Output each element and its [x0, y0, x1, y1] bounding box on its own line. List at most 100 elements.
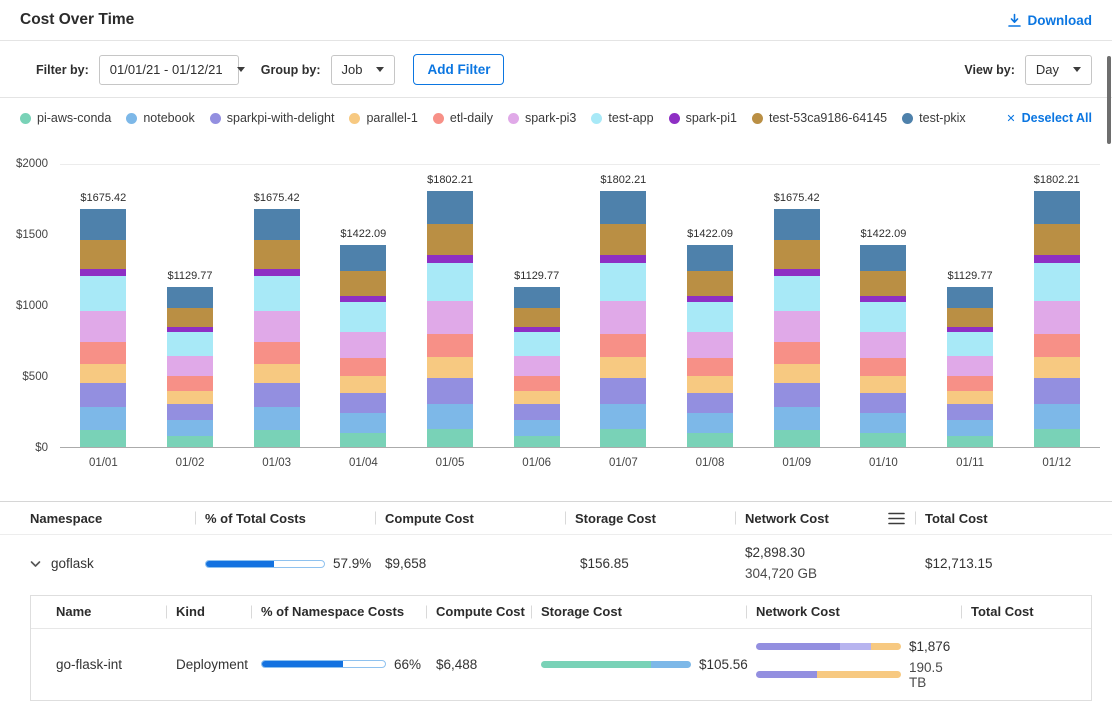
stacked-bar[interactable] [1034, 191, 1080, 447]
bar-segment-test-pkix[interactable] [514, 287, 560, 308]
bar-segment-test-53ca9186-64145[interactable] [860, 271, 906, 295]
bar-segment-parallel-1[interactable] [514, 391, 560, 404]
deselect-all-button[interactable]: ✕ Deselect All [1006, 111, 1092, 125]
bar-segment-pi-aws-conda[interactable] [600, 429, 646, 447]
bar-segment-notebook[interactable] [514, 420, 560, 436]
bar-segment-sparkpi-with-delight[interactable] [860, 393, 906, 413]
bar-segment-spark-pi3[interactable] [427, 301, 473, 334]
bar-segment-parallel-1[interactable] [774, 364, 820, 383]
stacked-bar[interactable] [80, 209, 126, 447]
stacked-bar[interactable] [860, 245, 906, 447]
bar-segment-notebook[interactable] [1034, 404, 1080, 430]
col-compute-cost[interactable]: Compute Cost [375, 502, 565, 534]
bar-segment-test-pkix[interactable] [80, 209, 126, 240]
bar-segment-spark-pi1[interactable] [1034, 255, 1080, 263]
bar-segment-test-pkix[interactable] [254, 209, 300, 240]
stacked-bar[interactable] [774, 209, 820, 447]
col-compute-cost[interactable]: Compute Cost [426, 596, 531, 628]
bar-segment-notebook[interactable] [167, 420, 213, 436]
bar-segment-etl-daily[interactable] [427, 334, 473, 357]
bar-segment-test-53ca9186-64145[interactable] [340, 271, 386, 295]
col-percent-total[interactable]: % of Total Costs [195, 502, 375, 534]
col-total-cost[interactable]: Total Cost [915, 502, 1092, 534]
bar-segment-parallel-1[interactable] [860, 376, 906, 392]
bar-segment-pi-aws-conda[interactable] [947, 436, 993, 447]
bar-segment-test-app[interactable] [427, 263, 473, 301]
bar-segment-parallel-1[interactable] [1034, 357, 1080, 377]
col-storage-cost[interactable]: Storage Cost [565, 502, 735, 534]
bar-segment-test-app[interactable] [340, 302, 386, 332]
bar-segment-test-app[interactable] [860, 302, 906, 332]
bar-segment-test-app[interactable] [167, 332, 213, 356]
bar-segment-spark-pi1[interactable] [427, 255, 473, 263]
bar-segment-spark-pi1[interactable] [600, 255, 646, 263]
bar-segment-notebook[interactable] [254, 407, 300, 431]
bar-segment-notebook[interactable] [600, 404, 646, 430]
bar-segment-etl-daily[interactable] [254, 342, 300, 363]
download-button[interactable]: Download [1007, 13, 1093, 28]
bar-segment-spark-pi3[interactable] [947, 356, 993, 377]
bar-segment-test-pkix[interactable] [167, 287, 213, 308]
bar-segment-test-53ca9186-64145[interactable] [774, 240, 820, 269]
legend-item[interactable]: spark-pi1 [669, 111, 737, 125]
bar-segment-etl-daily[interactable] [947, 376, 993, 390]
stacked-bar[interactable] [600, 191, 646, 447]
bar-segment-test-53ca9186-64145[interactable] [600, 224, 646, 255]
bar-segment-notebook[interactable] [860, 413, 906, 433]
bar-segment-etl-daily[interactable] [167, 376, 213, 390]
bar-segment-pi-aws-conda[interactable] [687, 433, 733, 447]
bar-segment-parallel-1[interactable] [340, 376, 386, 392]
bar-segment-notebook[interactable] [947, 420, 993, 436]
scrollbar[interactable] [1107, 56, 1111, 144]
bar-segment-parallel-1[interactable] [600, 357, 646, 377]
bar-segment-test-app[interactable] [947, 332, 993, 356]
legend-item[interactable]: sparkpi-with-delight [210, 111, 335, 125]
legend-item[interactable]: parallel-1 [349, 111, 417, 125]
bar-segment-test-53ca9186-64145[interactable] [167, 308, 213, 327]
bar-segment-parallel-1[interactable] [427, 357, 473, 377]
bar-segment-sparkpi-with-delight[interactable] [600, 378, 646, 404]
legend-item[interactable]: spark-pi3 [508, 111, 576, 125]
bar-segment-test-pkix[interactable] [687, 245, 733, 271]
bar-segment-test-53ca9186-64145[interactable] [514, 308, 560, 327]
stacked-bar[interactable] [340, 245, 386, 447]
legend-item[interactable]: test-app [591, 111, 653, 125]
bar-segment-spark-pi3[interactable] [1034, 301, 1080, 334]
bar-segment-notebook[interactable] [427, 404, 473, 430]
bar-segment-test-app[interactable] [600, 263, 646, 301]
col-network-cost[interactable]: Network Cost [735, 502, 915, 534]
col-percent-namespace[interactable]: % of Namespace Costs [251, 596, 426, 628]
bar-segment-pi-aws-conda[interactable] [514, 436, 560, 447]
col-network-cost[interactable]: Network Cost [746, 596, 961, 628]
legend-item[interactable]: pi-aws-conda [20, 111, 111, 125]
bar-segment-sparkpi-with-delight[interactable] [80, 383, 126, 407]
bar-segment-sparkpi-with-delight[interactable] [687, 393, 733, 413]
bar-segment-test-53ca9186-64145[interactable] [687, 271, 733, 295]
bar-segment-test-app[interactable] [1034, 263, 1080, 301]
bar-segment-test-pkix[interactable] [1034, 191, 1080, 224]
stacked-bar[interactable] [514, 287, 560, 447]
bar-segment-spark-pi3[interactable] [774, 311, 820, 342]
col-storage-cost[interactable]: Storage Cost [531, 596, 746, 628]
bar-segment-spark-pi3[interactable] [514, 356, 560, 377]
bar-segment-etl-daily[interactable] [774, 342, 820, 363]
bar-segment-etl-daily[interactable] [340, 358, 386, 376]
bar-segment-test-53ca9186-64145[interactable] [1034, 224, 1080, 255]
legend-item[interactable]: notebook [126, 111, 194, 125]
bar-segment-parallel-1[interactable] [254, 364, 300, 383]
col-total-cost[interactable]: Total Cost [961, 596, 1076, 628]
bar-segment-sparkpi-with-delight[interactable] [947, 404, 993, 420]
stacked-bar[interactable] [167, 287, 213, 447]
stacked-bar[interactable] [254, 209, 300, 447]
bar-segment-spark-pi1[interactable] [254, 269, 300, 276]
bar-segment-test-53ca9186-64145[interactable] [427, 224, 473, 255]
col-kind[interactable]: Kind [166, 596, 251, 628]
bar-segment-notebook[interactable] [774, 407, 820, 431]
bar-segment-test-app[interactable] [80, 276, 126, 312]
bar-segment-test-pkix[interactable] [860, 245, 906, 271]
bar-segment-test-pkix[interactable] [774, 209, 820, 240]
bar-segment-test-53ca9186-64145[interactable] [947, 308, 993, 327]
bar-segment-pi-aws-conda[interactable] [80, 430, 126, 447]
bar-segment-spark-pi3[interactable] [600, 301, 646, 334]
bar-segment-test-pkix[interactable] [947, 287, 993, 308]
